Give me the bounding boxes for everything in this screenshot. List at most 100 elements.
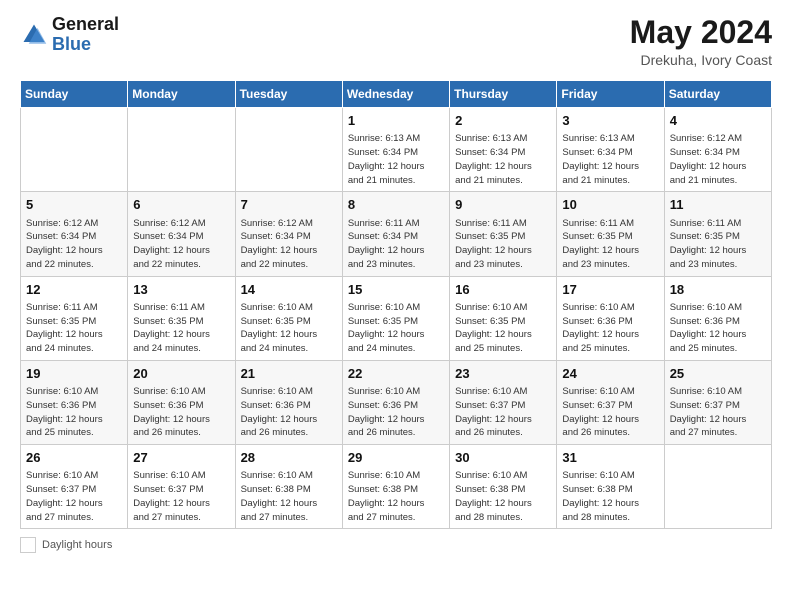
header: General Blue May 2024 Drekuha, Ivory Coa… [20, 15, 772, 68]
calendar-cell: 23 Sunrise: 6:10 AMSunset: 6:37 PMDayligh… [450, 360, 557, 444]
day-info: Sunrise: 6:10 AMSunset: 6:35 PMDaylight:… [455, 301, 551, 356]
calendar-cell: 30 Sunrise: 6:10 AMSunset: 6:38 PMDayligh… [450, 445, 557, 529]
day-info: Sunrise: 6:12 AMSunset: 6:34 PMDaylight:… [670, 132, 766, 187]
calendar-cell: 13Sunrise: 6:11 AMSunset: 6:35 PMDayligh… [128, 276, 235, 360]
calendar-cell: 18Sunrise: 6:10 AMSunset: 6:36 PMDayligh… [664, 276, 771, 360]
day-number: 4 [670, 112, 766, 130]
title-block: May 2024 Drekuha, Ivory Coast [630, 15, 772, 68]
calendar-cell: 3 Sunrise: 6:13 AMSunset: 6:34 PMDaylight… [557, 108, 664, 192]
day-info: Sunrise: 6:11 AMSunset: 6:34 PMDaylight:… [348, 217, 444, 272]
day-info: Sunrise: 6:11 AMSunset: 6:35 PMDaylight:… [562, 217, 658, 272]
calendar-cell: 19Sunrise: 6:10 AMSunset: 6:36 PMDayligh… [21, 360, 128, 444]
day-number: 24 [562, 365, 658, 383]
footer: Daylight hours [20, 537, 772, 553]
day-number: 6 [133, 196, 229, 214]
day-info: Sunrise: 6:11 AMSunset: 6:35 PMDaylight:… [26, 301, 122, 356]
calendar-cell: 10 Sunrise: 6:11 AMSunset: 6:35 PMDayligh… [557, 192, 664, 276]
day-number: 23 [455, 365, 551, 383]
day-number: 17 [562, 281, 658, 299]
calendar-cell: 31 Sunrise: 6:10 AMSunset: 6:38 PMDayligh… [557, 445, 664, 529]
day-info: Sunrise: 6:10 AMSunset: 6:36 PMDaylight:… [133, 385, 229, 440]
day-number: 11 [670, 196, 766, 214]
month-year-title: May 2024 [630, 15, 772, 50]
logo: General Blue [20, 15, 119, 55]
footer-label: Daylight hours [42, 539, 112, 551]
day-info: Sunrise: 6:10 AMSunset: 6:36 PMDaylight:… [26, 385, 122, 440]
location-subtitle: Drekuha, Ivory Coast [630, 52, 772, 68]
day-number: 25 [670, 365, 766, 383]
calendar-cell: 16 Sunrise: 6:10 AMSunset: 6:35 PMDayligh… [450, 276, 557, 360]
calendar-cell: 4 Sunrise: 6:12 AMSunset: 6:34 PMDaylight… [664, 108, 771, 192]
logo-text: General Blue [52, 15, 119, 55]
page: General Blue May 2024 Drekuha, Ivory Coa… [0, 0, 792, 612]
day-number: 5 [26, 196, 122, 214]
day-info: Sunrise: 6:13 AMSunset: 6:34 PMDaylight:… [455, 132, 551, 187]
calendar-cell: 17 Sunrise: 6:10 AMSunset: 6:36 PMDayligh… [557, 276, 664, 360]
calendar-cell: 7 Sunrise: 6:12 AMSunset: 6:34 PMDaylight… [235, 192, 342, 276]
week-row-5: 26 Sunrise: 6:10 AMSunset: 6:37 PMDayligh… [21, 445, 772, 529]
day-info: Sunrise: 6:10 AMSunset: 6:37 PMDaylight:… [26, 469, 122, 524]
day-number: 9 [455, 196, 551, 214]
footer-legend-box [20, 537, 36, 553]
calendar-cell [21, 108, 128, 192]
day-info: Sunrise: 6:10 AMSunset: 6:35 PMDaylight:… [241, 301, 337, 356]
day-info: Sunrise: 6:10 AMSunset: 6:36 PMDaylight:… [562, 301, 658, 356]
day-header-tuesday: Tuesday [235, 81, 342, 108]
calendar-cell: 28Sunrise: 6:10 AMSunset: 6:38 PMDayligh… [235, 445, 342, 529]
day-header-saturday: Saturday [664, 81, 771, 108]
day-number: 7 [241, 196, 337, 214]
calendar-cell: 6 Sunrise: 6:12 AMSunset: 6:34 PMDaylight… [128, 192, 235, 276]
day-info: Sunrise: 6:10 AMSunset: 6:37 PMDaylight:… [562, 385, 658, 440]
day-info: Sunrise: 6:10 AMSunset: 6:36 PMDaylight:… [348, 385, 444, 440]
day-info: Sunrise: 6:10 AMSunset: 6:38 PMDaylight:… [562, 469, 658, 524]
day-info: Sunrise: 6:10 AMSunset: 6:35 PMDaylight:… [348, 301, 444, 356]
day-number: 12 [26, 281, 122, 299]
day-info: Sunrise: 6:10 AMSunset: 6:37 PMDaylight:… [670, 385, 766, 440]
day-number: 30 [455, 449, 551, 467]
day-number: 14 [241, 281, 337, 299]
calendar-cell [664, 445, 771, 529]
day-number: 3 [562, 112, 658, 130]
day-info: Sunrise: 6:10 AMSunset: 6:36 PMDaylight:… [670, 301, 766, 356]
day-info: Sunrise: 6:10 AMSunset: 6:38 PMDaylight:… [241, 469, 337, 524]
day-info: Sunrise: 6:10 AMSunset: 6:36 PMDaylight:… [241, 385, 337, 440]
calendar-cell: 27 Sunrise: 6:10 AMSunset: 6:37 PMDayligh… [128, 445, 235, 529]
day-number: 8 [348, 196, 444, 214]
logo-icon [20, 21, 48, 49]
day-number: 2 [455, 112, 551, 130]
day-number: 26 [26, 449, 122, 467]
day-info: Sunrise: 6:10 AMSunset: 6:38 PMDaylight:… [348, 469, 444, 524]
day-info: Sunrise: 6:13 AMSunset: 6:34 PMDaylight:… [562, 132, 658, 187]
calendar-cell [235, 108, 342, 192]
calendar-cell: 15Sunrise: 6:10 AMSunset: 6:35 PMDayligh… [342, 276, 449, 360]
day-info: Sunrise: 6:10 AMSunset: 6:37 PMDaylight:… [455, 385, 551, 440]
day-number: 21 [241, 365, 337, 383]
day-number: 10 [562, 196, 658, 214]
calendar-cell: 14 Sunrise: 6:10 AMSunset: 6:35 PMDayligh… [235, 276, 342, 360]
week-row-2: 5 Sunrise: 6:12 AMSunset: 6:34 PMDaylight… [21, 192, 772, 276]
day-info: Sunrise: 6:10 AMSunset: 6:37 PMDaylight:… [133, 469, 229, 524]
day-number: 16 [455, 281, 551, 299]
day-info: Sunrise: 6:11 AMSunset: 6:35 PMDaylight:… [133, 301, 229, 356]
calendar-cell: 12 Sunrise: 6:11 AMSunset: 6:35 PMDayligh… [21, 276, 128, 360]
calendar-cell: 20Sunrise: 6:10 AMSunset: 6:36 PMDayligh… [128, 360, 235, 444]
day-info: Sunrise: 6:12 AMSunset: 6:34 PMDaylight:… [133, 217, 229, 272]
calendar-cell: 24 Sunrise: 6:10 AMSunset: 6:37 PMDayligh… [557, 360, 664, 444]
day-number: 31 [562, 449, 658, 467]
day-number: 27 [133, 449, 229, 467]
day-info: Sunrise: 6:12 AMSunset: 6:34 PMDaylight:… [241, 217, 337, 272]
day-number: 22 [348, 365, 444, 383]
day-header-monday: Monday [128, 81, 235, 108]
day-info: Sunrise: 6:12 AMSunset: 6:34 PMDaylight:… [26, 217, 122, 272]
calendar-cell: 25 Sunrise: 6:10 AMSunset: 6:37 PMDayligh… [664, 360, 771, 444]
calendar-cell [128, 108, 235, 192]
week-row-1: 1Sunrise: 6:13 AMSunset: 6:34 PMDaylight… [21, 108, 772, 192]
day-header-wednesday: Wednesday [342, 81, 449, 108]
day-info: Sunrise: 6:10 AMSunset: 6:38 PMDaylight:… [455, 469, 551, 524]
calendar-cell: 2 Sunrise: 6:13 AMSunset: 6:34 PMDaylight… [450, 108, 557, 192]
calendar-cell: 22 Sunrise: 6:10 AMSunset: 6:36 PMDayligh… [342, 360, 449, 444]
day-header-friday: Friday [557, 81, 664, 108]
calendar-cell: 9Sunrise: 6:11 AMSunset: 6:35 PMDaylight… [450, 192, 557, 276]
calendar-cell: 8 Sunrise: 6:11 AMSunset: 6:34 PMDaylight… [342, 192, 449, 276]
calendar-cell: 21 Sunrise: 6:10 AMSunset: 6:36 PMDayligh… [235, 360, 342, 444]
